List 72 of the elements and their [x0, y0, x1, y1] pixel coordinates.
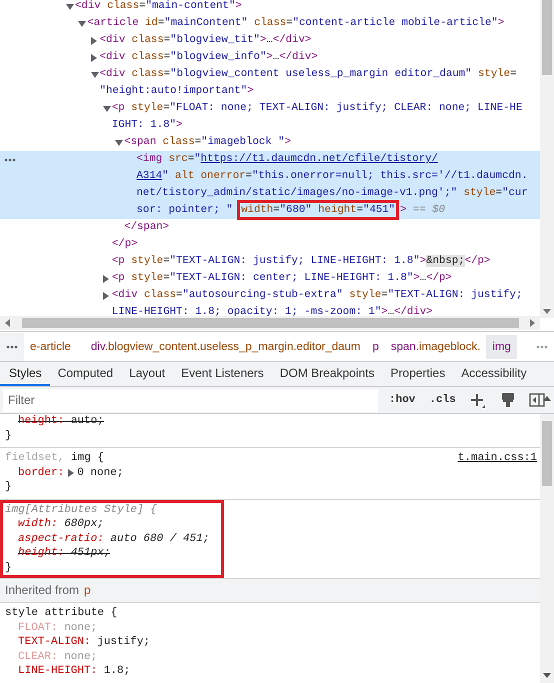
css-declaration: CLEAR: none;: [18, 650, 98, 662]
code-line[interactable]: <p style="FLOAT: none; TEXT-ALIGN: justify; CLEAR: none; LINE-HE: [112, 100, 522, 117]
collapse-arrow-icon[interactable]: [90, 72, 99, 78]
breadcrumb-item[interactable]: img: [486, 334, 517, 358]
css-property: border:: [18, 466, 64, 480]
code-line[interactable]: IGHT: 1.8">: [112, 117, 182, 134]
closing-brace: }: [5, 481, 12, 493]
expand-arrow-icon[interactable]: [90, 54, 97, 62]
code-line[interactable]: <div class="main-content">: [75, 0, 242, 15]
css-declaration: LINE-HEIGHT: 1.8;: [18, 665, 130, 677]
css-selector: fieldset, img {: [5, 452, 104, 464]
code-line[interactable]: <div class="blogview_content useless_p_margin editor_daum" style=: [100, 66, 516, 83]
scrollbar-thumb[interactable]: [542, 0, 552, 75]
scroll-down-arrow-icon[interactable]: [543, 309, 551, 315]
code-line[interactable]: LINE-HEIGHT: 1.8; opacity: 1; -ms-zoom: 1">…</div>: [112, 304, 433, 316]
breadcrumb-item[interactable]: span.imageblock.: [384, 334, 486, 358]
expand-arrow-icon[interactable]: [102, 274, 109, 282]
closing-brace: }: [5, 562, 12, 574]
filter-field[interactable]: Filter: [3, 388, 378, 412]
scrollbar-thumb[interactable]: [22, 318, 519, 328]
css-declaration: TEXT-ALIGN: justify;: [18, 636, 150, 648]
expand-arrow-icon[interactable]: [102, 292, 109, 300]
code-line[interactable]: </p>: [112, 236, 138, 253]
code-line[interactable]: <p style="TEXT-ALIGN: justify; LINE-HEIGHT: 1.8">&nbsp;</p>: [112, 253, 490, 270]
collapse-arrow-icon[interactable]: [115, 140, 124, 146]
expand-arrow-icon[interactable]: [90, 36, 97, 44]
scroll-right-arrow-icon[interactable]: [528, 319, 536, 327]
code-line[interactable]: <div class="blogview_info">…</div>: [100, 49, 318, 66]
css-value: 0 none;: [77, 466, 124, 480]
css-declaration: aspect-ratio: auto 680 / 451;: [18, 532, 210, 544]
css-selector: style attribute {: [5, 607, 118, 619]
tab[interactable]: Properties: [382, 362, 454, 386]
css-selector: img[Attributes Style] {: [5, 504, 157, 516]
css-declaration: FLOAT: none;: [18, 622, 98, 634]
scroll-down-arrow-icon[interactable]: [543, 673, 551, 679]
scroll-up-arrow-icon[interactable]: [543, 396, 551, 402]
link[interactable]: https://t1.daumcdn.net/cfile/tistory/: [200, 153, 438, 165]
css-declaration: width: 680px;: [18, 518, 104, 530]
more-icon[interactable]: [536, 344, 548, 348]
element-link[interactable]: p: [84, 583, 91, 598]
code-line[interactable]: <div class="blogview_tit">…</div>: [100, 32, 312, 49]
code-line[interactable]: </span>: [124, 219, 170, 236]
collapse-arrow-icon[interactable]: [66, 4, 74, 10]
breadcrumb-item[interactable]: div.blogview_content.useless_p_margin.editor_daum: [76, 334, 366, 358]
source-link[interactable]: t.main.css:1: [458, 451, 537, 466]
class-toggle[interactable]: .cls: [424, 392, 461, 408]
expand-arrow-icon[interactable]: [68, 468, 74, 477]
hover-toggle[interactable]: :hov: [384, 392, 420, 408]
scroll-left-arrow-icon[interactable]: [4, 319, 12, 327]
paint-brush-icon[interactable]: [500, 392, 515, 408]
closing-brace: }: [5, 430, 12, 442]
code-line[interactable]: <article id="mainContent" class="content-article mobile-article">: [87, 15, 504, 32]
breadcrumb-item[interactable]: e-article: [24, 334, 77, 358]
tab[interactable]: Layout: [121, 362, 174, 386]
more-icon[interactable]: [6, 344, 18, 348]
sidebar-toggle-icon[interactable]: [528, 393, 545, 407]
tab[interactable]: DOM Breakpoints: [272, 362, 383, 386]
section-label: Inherited from: [5, 583, 80, 598]
tab[interactable]: Accessibility: [453, 362, 535, 386]
tab[interactable]: Event Listeners: [173, 362, 272, 386]
code-line[interactable]: <div class="autosourcing-stub-extra" style="TEXT-ALIGN: justify;: [112, 287, 522, 304]
breadcrumb-item[interactable]: p: [366, 334, 385, 358]
link[interactable]: A314: [136, 170, 162, 182]
code-line[interactable]: "height:auto!important">: [100, 83, 254, 100]
collapse-arrow-icon[interactable]: [78, 20, 86, 26]
more-icon[interactable]: [4, 158, 16, 162]
collapse-arrow-icon[interactable]: [102, 106, 111, 112]
plus-icon[interactable]: [468, 392, 485, 408]
code-line[interactable]: <span class="imageblock ">: [124, 134, 291, 151]
code-line[interactable]: <p style="TEXT-ALIGN: center; LINE-HEIGHT: 1.8">…</p>: [112, 270, 452, 287]
tab[interactable]: Computed: [50, 362, 122, 386]
scrollbar-thumb[interactable]: [542, 421, 552, 486]
